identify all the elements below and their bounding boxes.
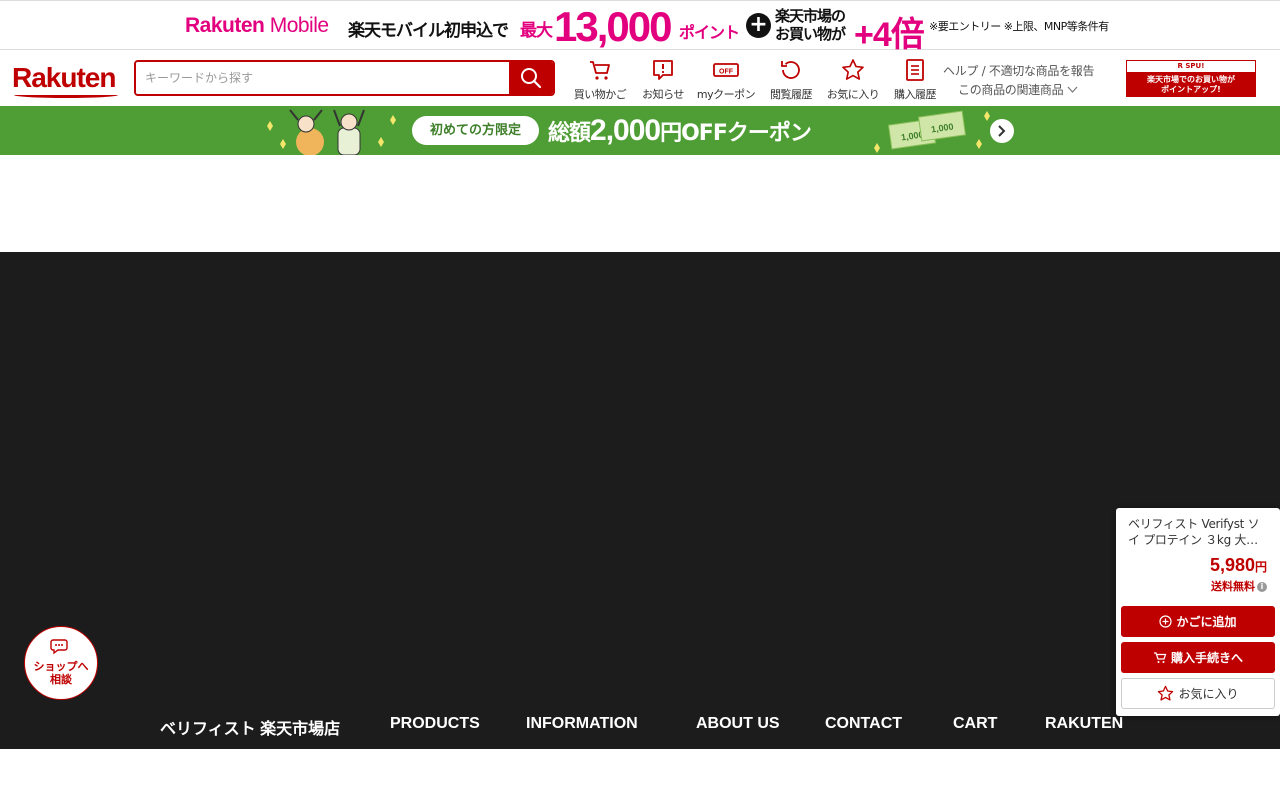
- site-header: Rakuten 買い物かご お知らせ OFF myクーポン 閲覧履歴 お気に入り: [0, 50, 1280, 106]
- nav-purchase-history-label: 購入履歴: [894, 88, 937, 101]
- promo-text-max: 最大: [520, 21, 553, 41]
- nav-cart[interactable]: 買い物かご: [568, 58, 632, 102]
- shop-header-area: [0, 252, 1280, 749]
- search-box: [134, 60, 555, 96]
- shop-nav-cart[interactable]: CART: [953, 715, 997, 733]
- money-bills-illustration: 1,000 1,000: [874, 110, 990, 153]
- product-price: 5,980円: [1209, 555, 1267, 575]
- promo-text-shopping: 楽天市場の お買い物が: [775, 7, 846, 43]
- chevron-down-icon: [1067, 86, 1078, 93]
- nav-cart-label: 買い物かご: [573, 88, 627, 101]
- promo-multiplier: +4倍: [854, 16, 925, 54]
- nav-purchase-history[interactable]: 購入履歴: [883, 58, 947, 102]
- notice-icon: [653, 60, 673, 80]
- shop-nav-home[interactable]: ベリフィスト 楽天市場店: [160, 715, 340, 739]
- shop-navigation: ベリフィスト 楽天市場店 PRODUCTS INFORMATION ABOUT …: [0, 712, 1280, 740]
- mobile-promo-banner[interactable]: Rakuten Mobile 楽天モバイル初申込で 最大 13,000 ポイント…: [0, 0, 1280, 54]
- chat-bubble-icon: [50, 639, 68, 655]
- shop-nav-about-us[interactable]: ABOUT US: [696, 715, 780, 733]
- star-icon: [1158, 685, 1174, 701]
- chat-label: ショップへ 相談: [33, 660, 89, 686]
- shop-nav-products[interactable]: PRODUCTS: [390, 715, 480, 733]
- cart-icon: [590, 61, 610, 80]
- rakuten-logo[interactable]: Rakuten: [12, 62, 116, 94]
- favorite-button[interactable]: お気に入り: [1121, 678, 1275, 709]
- plus-icon: +: [746, 13, 771, 38]
- info-icon[interactable]: i: [1257, 582, 1267, 592]
- first-time-coupon-banner[interactable]: 初めての方限定 総額2,000円OFFクーポン 1,000 1,000: [0, 106, 1280, 155]
- plus-circle-icon: [1159, 615, 1173, 628]
- first-time-only-label: 初めての方限定: [412, 116, 539, 145]
- shop-chat-button[interactable]: ショップへ 相談: [24, 626, 98, 700]
- search-input[interactable]: [136, 62, 511, 94]
- nav-notice[interactable]: お知らせ: [631, 58, 695, 102]
- rakuten-mobile-logo: Rakuten Mobile: [185, 14, 329, 37]
- nav-coupon-label: myクーポン: [696, 88, 756, 101]
- svg-text:OFF: OFF: [719, 69, 734, 76]
- related-items-link[interactable]: この商品の関連商品: [943, 81, 1094, 100]
- search-icon: [521, 68, 542, 89]
- logo-swoosh: [14, 92, 118, 98]
- spu-text: 楽天市場でのお買い物が ポイントアップ!: [1147, 75, 1235, 94]
- celebrating-people-illustration: [267, 109, 396, 155]
- chevron-right-icon: [998, 125, 1006, 137]
- history-icon: [781, 61, 800, 79]
- cart-icon: [1153, 652, 1167, 663]
- checkout-button[interactable]: 購入手続きへ: [1121, 642, 1275, 673]
- star-icon: [842, 59, 864, 80]
- free-shipping-label: 送料無料 i: [1211, 578, 1267, 594]
- promo-points-unit: ポイント: [679, 23, 740, 42]
- promo-points-amount: 13,000: [554, 3, 672, 50]
- nav-notice-label: お知らせ: [642, 88, 684, 101]
- help-links: ヘルプ / 不適切な商品を報告 この商品の関連商品: [943, 62, 1094, 100]
- shop-nav-information[interactable]: INFORMATION: [526, 715, 638, 733]
- spu-banner[interactable]: R SPU! 楽天市場でのお買い物が ポイントアップ!: [1126, 60, 1256, 97]
- add-to-cart-button[interactable]: かごに追加: [1121, 606, 1275, 637]
- product-name[interactable]: ベリフィスト Verifyst ソイ プロテイン ３kg 大…: [1128, 516, 1268, 548]
- shop-nav-contact[interactable]: CONTACT: [825, 715, 902, 733]
- shop-nav-rakuten[interactable]: RAKUTEN: [1045, 715, 1123, 733]
- search-button[interactable]: [509, 62, 553, 94]
- help-report-link[interactable]: ヘルプ / 不適切な商品を報告: [943, 62, 1094, 81]
- coupon-headline: 総額2,000円OFFクーポン: [548, 114, 812, 147]
- nav-history[interactable]: 閲覧履歴: [759, 58, 823, 102]
- purchase-list-icon: [906, 59, 924, 81]
- page-root: Rakuten Mobile 楽天モバイル初申込で 最大 13,000 ポイント…: [0, 0, 1280, 800]
- floating-product-card: ベリフィスト Verifyst ソイ プロテイン ３kg 大… 5,980円 送…: [1116, 508, 1280, 716]
- coupon-icon: OFF: [713, 63, 739, 77]
- coupon-arrow-button[interactable]: [990, 119, 1014, 143]
- promo-text-first-signup: 楽天モバイル初申込で: [348, 21, 509, 41]
- promo-note: ※要エントリー ※上限、MNP等条件有: [929, 20, 1109, 33]
- nav-coupon[interactable]: OFF myクーポン: [694, 58, 758, 102]
- nav-favorites-label: お気に入り: [826, 88, 880, 101]
- nav-history-label: 閲覧履歴: [770, 88, 813, 101]
- nav-favorites[interactable]: お気に入り: [821, 58, 885, 102]
- spu-label: R SPU!: [1127, 61, 1255, 72]
